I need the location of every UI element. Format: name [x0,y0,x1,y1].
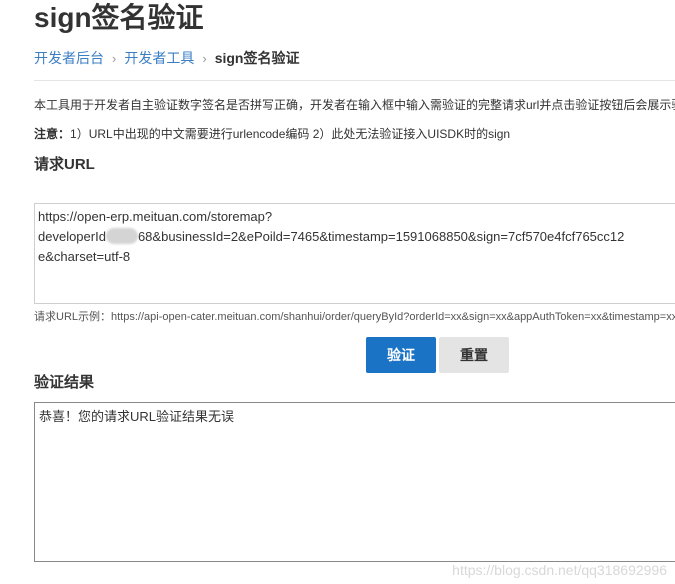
breadcrumb-separator-icon: › [112,51,117,66]
result-output[interactable]: 恭喜！您的请求URL验证结果无误 [34,402,675,562]
reset-button[interactable]: 重置 [439,337,509,373]
breadcrumb-developer-tools[interactable]: 开发者工具 [124,50,194,66]
breadcrumb-current: sign签名验证 [214,50,300,66]
tool-description: 本工具用于开发者自主验证数字签名是否拼写正确，开发者在输入框中输入需验证的完整请… [34,98,675,112]
url-line-1: https://open-erp.meituan.com/storemap? [38,209,273,224]
verify-button[interactable]: 验证 [366,337,436,373]
breadcrumb: 开发者后台 › 开发者工具 › sign签名验证 [34,49,299,68]
result-text: 恭喜！您的请求URL验证结果无误 [39,409,235,424]
request-url-heading: 请求URL [34,156,95,173]
page-title: sign签名验证 [34,2,204,33]
url-line-2-prefix: developerId [38,229,106,244]
url-line-2-suffix: 68&businessId=2&ePoild=7465&timestamp=15… [137,229,625,244]
watermark: https://blog.csdn.net/qq318692996 [452,562,667,578]
breadcrumb-developer-console[interactable]: 开发者后台 [34,50,104,66]
request-url-example: 请求URL示例：https://api-open-cater.meituan.c… [34,311,675,323]
breadcrumb-separator-icon: › [202,51,207,66]
page: sign签名验证 开发者后台 › 开发者工具 › sign签名验证 本工具用于开发者自主… [0,0,675,584]
note-text: 1）URL中出现的中文需要进行urlencode编码 2）此处无法验证接入UIS… [70,127,511,141]
request-url-input[interactable]: https://open-erp.meituan.com/storemap? d… [34,203,675,304]
header-divider [34,80,675,81]
note-label: 注意： [34,127,71,141]
tool-note: 注意：1）URL中出现的中文需要进行urlencode编码 2）此处无法验证接入… [34,126,510,142]
redacted-blur [105,228,138,244]
result-heading: 验证结果 [34,374,95,391]
url-line-3: e&charset=utf-8 [38,249,131,264]
